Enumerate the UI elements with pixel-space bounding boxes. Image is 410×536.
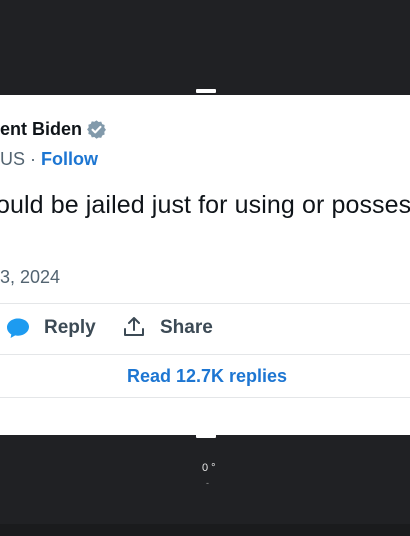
tweet-text: ould be jailed just for using or posses [0,191,410,219]
overlay-dot: - [206,478,209,488]
handle-separator: · [25,149,42,169]
divider [0,354,410,355]
embed-top-notch [196,89,216,93]
bottom-strip [0,524,410,536]
tweet-date[interactable]: 3, 2024 [0,267,60,288]
author-name[interactable]: ent Biden [0,119,82,140]
read-replies-link[interactable]: Read 12.7K replies [0,366,410,387]
handle-row: US · Follow [0,149,98,170]
share-button[interactable]: Share [160,317,213,339]
overlay-caption: 0 ° [202,462,216,474]
tweet-card: ent Biden US · Follow ould be jailed jus… [0,95,410,435]
share-upload-icon[interactable] [122,315,146,339]
author-row: ent Biden [0,119,107,140]
follow-link[interactable]: Follow [41,149,98,169]
divider [0,397,410,398]
verified-badge-icon [87,120,106,139]
author-handle[interactable]: US [0,149,25,169]
speech-bubble-icon[interactable] [6,317,30,339]
embed-bottom-notch [196,434,216,438]
action-bar: Reply Share [0,304,410,354]
reply-button[interactable]: Reply [44,317,96,339]
